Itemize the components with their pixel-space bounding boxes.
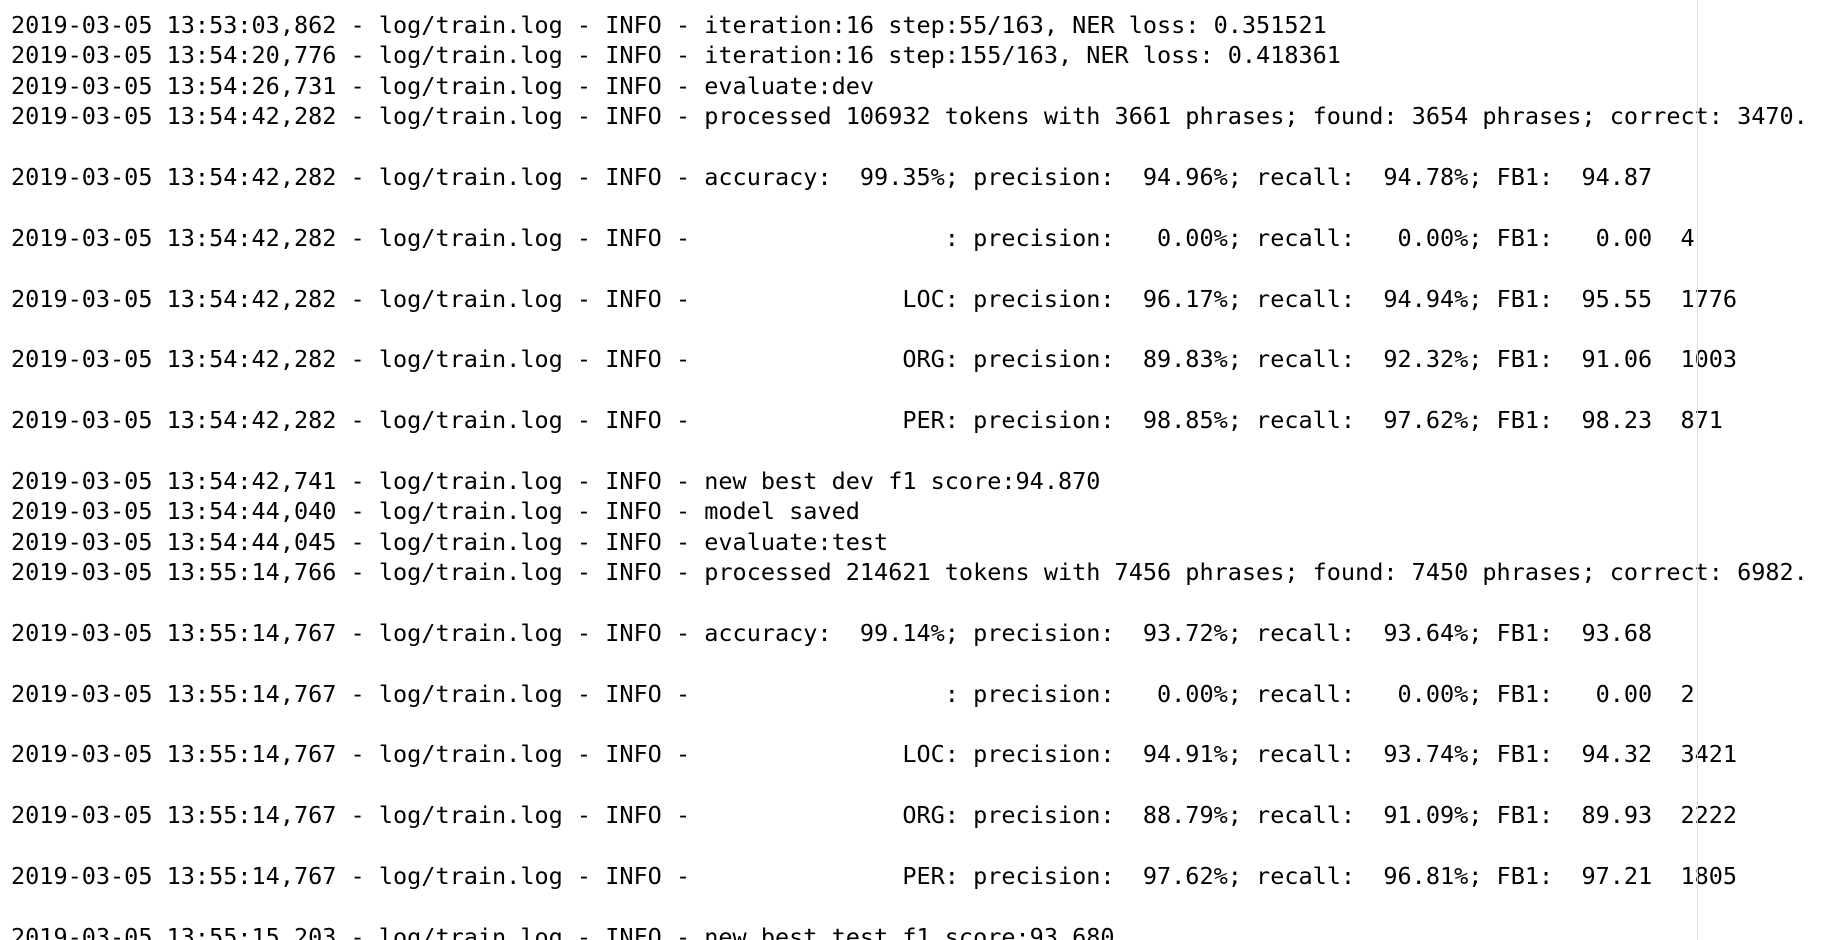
log-line: 2019-03-05 13:54:20,776 - log/train.log … xyxy=(11,41,1341,70)
log-line: 2019-03-05 13:54:42,741 - log/train.log … xyxy=(11,466,1101,495)
log-lines: 2019-03-05 13:53:03,862 - log/train.log … xyxy=(11,10,1808,940)
log-line: 2019-03-05 13:54:42,282 - log/train.log … xyxy=(11,162,1653,191)
log-line: 2019-03-05 13:55:14,767 - log/train.log … xyxy=(11,618,1653,647)
log-line: 2019-03-05 13:54:44,045 - log/train.log … xyxy=(11,527,889,556)
log-line: 2019-03-05 13:54:42,282 - log/train.log … xyxy=(11,345,1738,374)
log-line: 2019-03-05 13:55:14,767 - log/train.log … xyxy=(11,740,1738,769)
log-line: 2019-03-05 13:54:42,282 - log/train.log … xyxy=(11,102,1808,131)
log-line: 2019-03-05 13:55:15,203 - log/train.log … xyxy=(11,922,1115,940)
log-line: 2019-03-05 13:54:42,282 - log/train.log … xyxy=(11,406,1723,435)
log-line: 2019-03-05 13:54:44,040 - log/train.log … xyxy=(11,497,860,526)
log-line: 2019-03-05 13:54:42,282 - log/train.log … xyxy=(11,223,1695,252)
log-line: 2019-03-05 13:54:42,282 - log/train.log … xyxy=(11,284,1738,313)
log-line: 2019-03-05 13:55:14,767 - log/train.log … xyxy=(11,861,1738,890)
log-line: 2019-03-05 13:53:03,862 - log/train.log … xyxy=(11,11,1327,39)
log-line: 2019-03-05 13:55:14,767 - log/train.log … xyxy=(11,679,1695,708)
log-view[interactable]: 2019-03-05 13:53:03,862 - log/train.log … xyxy=(0,0,1824,940)
log-line: 2019-03-05 13:55:14,767 - log/train.log … xyxy=(11,801,1738,830)
log-line: 2019-03-05 13:54:26,731 - log/train.log … xyxy=(11,71,875,100)
column-guide-line xyxy=(1697,0,1698,940)
log-line: 2019-03-05 13:55:14,766 - log/train.log … xyxy=(11,558,1808,587)
